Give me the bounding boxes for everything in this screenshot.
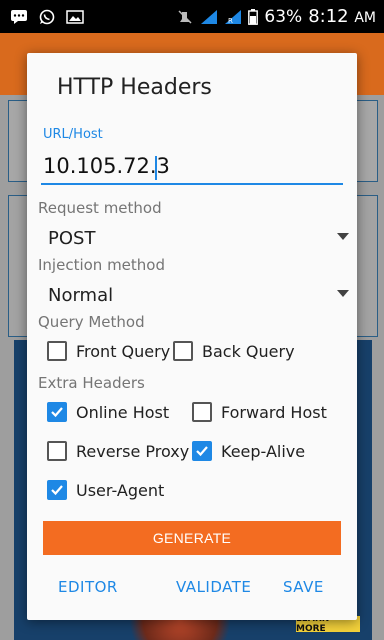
checkmark-icon bbox=[51, 485, 63, 496]
checkbox-box[interactable] bbox=[47, 402, 67, 422]
dropdown-arrow-icon bbox=[337, 233, 349, 240]
editor-button[interactable]: EDITOR bbox=[58, 578, 118, 596]
checkbox-label: Forward Host bbox=[221, 402, 327, 422]
clock-ampm: AM bbox=[354, 10, 376, 26]
keep-alive-checkbox[interactable]: Keep-Alive bbox=[192, 441, 305, 461]
text-cursor bbox=[155, 156, 157, 180]
reverse-proxy-checkbox[interactable]: Reverse Proxy bbox=[47, 441, 189, 461]
injection-method-label: Injection method bbox=[38, 256, 166, 274]
checkmark-icon bbox=[196, 446, 208, 457]
checkbox-box[interactable] bbox=[192, 441, 212, 461]
front-query-checkbox[interactable]: Front Query bbox=[47, 341, 170, 361]
user-agent-checkbox[interactable]: User-Agent bbox=[47, 480, 164, 500]
dialog-title: HTTP Headers bbox=[57, 75, 212, 100]
checkbox-box[interactable] bbox=[47, 480, 67, 500]
checkbox-label: Online Host bbox=[76, 402, 170, 422]
checkbox-label: Back Query bbox=[202, 341, 295, 361]
generate-button[interactable]: GENERATE bbox=[43, 521, 341, 555]
chat-icon bbox=[10, 9, 28, 25]
gallery-icon bbox=[66, 9, 84, 25]
mute-icon bbox=[176, 9, 194, 25]
checkbox-box[interactable] bbox=[47, 441, 67, 461]
http-headers-dialog: HTTP Headers URL/Host Request method POS… bbox=[27, 53, 357, 620]
checkbox-label: Keep-Alive bbox=[221, 441, 306, 461]
back-query-checkbox[interactable]: Back Query bbox=[173, 341, 295, 361]
injection-method-dropdown[interactable]: Normal bbox=[39, 279, 349, 311]
extra-headers-label: Extra Headers bbox=[38, 374, 145, 392]
query-method-label: Query Method bbox=[38, 313, 145, 331]
injection-method-value: Normal bbox=[48, 284, 114, 306]
whatsapp-icon bbox=[38, 9, 56, 25]
signal-icon-2: R bbox=[224, 9, 242, 25]
forward-host-checkbox[interactable]: Forward Host bbox=[192, 402, 327, 422]
save-button[interactable]: SAVE bbox=[283, 578, 324, 596]
validate-button[interactable]: VALIDATE bbox=[176, 578, 251, 596]
online-host-checkbox[interactable]: Online Host bbox=[47, 402, 169, 422]
battery-percent: 63% bbox=[264, 6, 303, 27]
request-method-label: Request method bbox=[38, 199, 162, 217]
checkbox-label: Front Query bbox=[76, 341, 171, 361]
clock: 8:12 AM bbox=[308, 6, 376, 27]
url-host-input[interactable] bbox=[41, 149, 343, 185]
url-host-label: URL/Host bbox=[43, 127, 103, 142]
request-method-value: POST bbox=[48, 227, 96, 249]
checkbox-label: Reverse Proxy bbox=[76, 441, 190, 461]
checkmark-icon bbox=[51, 407, 63, 418]
checkbox-box[interactable] bbox=[47, 341, 67, 361]
clock-time: 8:12 bbox=[308, 6, 349, 27]
svg-text:R: R bbox=[228, 17, 233, 25]
checkbox-box[interactable] bbox=[192, 402, 212, 422]
status-bar: R 63% 8:12 AM bbox=[0, 0, 384, 33]
battery-icon bbox=[248, 8, 259, 25]
signal-icon bbox=[200, 9, 218, 25]
request-method-dropdown[interactable]: POST bbox=[39, 222, 349, 254]
dropdown-arrow-icon bbox=[337, 290, 349, 297]
checkbox-label: User-Agent bbox=[76, 480, 165, 500]
checkbox-box[interactable] bbox=[173, 341, 193, 361]
